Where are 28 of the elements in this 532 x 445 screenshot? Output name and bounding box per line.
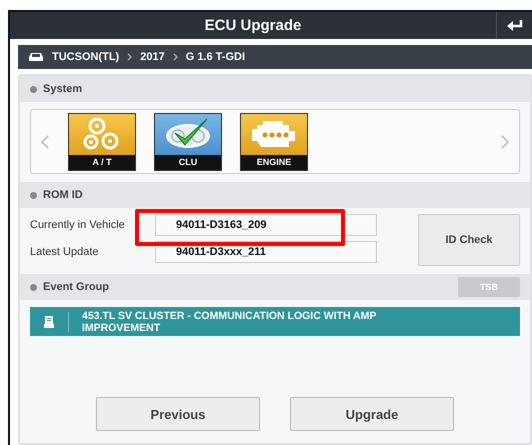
system-tile[interactable]: CLU (154, 112, 222, 170)
bullet-icon (30, 86, 37, 92)
document-icon (43, 314, 55, 328)
section-title: System (43, 83, 82, 95)
chevron-icon (172, 53, 178, 61)
previous-button[interactable]: Previous (96, 397, 260, 431)
section-title: ROM ID (43, 189, 83, 201)
car-icon (28, 52, 44, 62)
id-check-button[interactable]: ID Check (418, 214, 520, 266)
previous-arrow[interactable] (41, 134, 49, 148)
upgrade-button[interactable]: Upgrade (290, 397, 454, 431)
breadcrumb-item[interactable]: 2017 (140, 51, 165, 63)
chevron-icon (127, 53, 132, 61)
system-tile[interactable]: A / T (68, 112, 136, 170)
field-label: Latest Update (30, 246, 100, 258)
field-label: Currently in Vehicle (30, 219, 126, 231)
breadcrumb-item[interactable]: G 1.6 T-GDI (186, 51, 245, 63)
bullet-icon (30, 284, 37, 290)
rom-id-field: 94011-D3163_209 (155, 214, 377, 236)
bullet-icon (30, 192, 37, 198)
system-tile[interactable]: ENGINE (240, 112, 308, 170)
window-title: ECU Upgrade (204, 17, 302, 34)
return-arrow-icon (506, 18, 524, 32)
event-row[interactable]: 453.TL SV CLUSTER - COMMUNICATION LOGIC WITH AMP IMPROVEMENT (30, 307, 520, 336)
breadcrumb-item[interactable]: TUCSON(TL) (52, 51, 120, 63)
next-arrow[interactable] (501, 134, 509, 148)
section-title: Event Group (43, 281, 110, 293)
event-title: 453.TL SV CLUSTER - COMMUNICATION LOGIC WITH AMP IMPROVEMENT (81, 310, 378, 334)
